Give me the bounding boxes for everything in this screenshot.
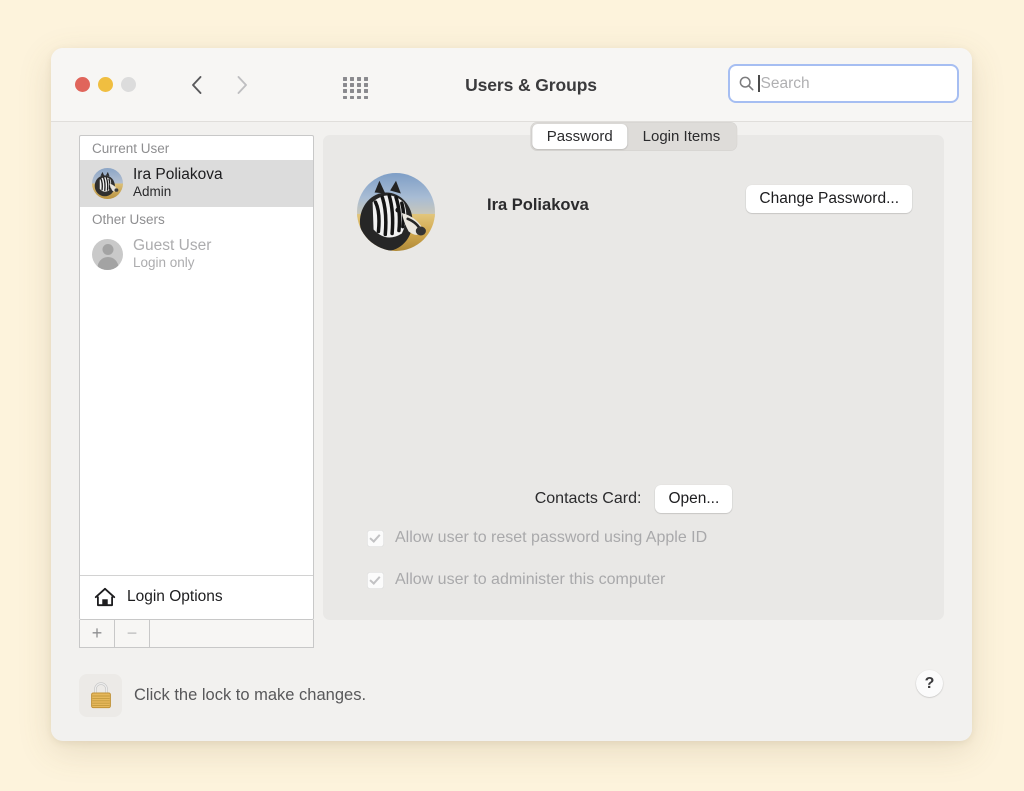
zebra-photo-avatar bbox=[357, 173, 435, 251]
toolbar-filler bbox=[150, 620, 313, 647]
change-password-button[interactable]: Change Password... bbox=[746, 185, 912, 213]
avatar bbox=[92, 167, 123, 199]
checkbox-reset-password[interactable] bbox=[367, 529, 384, 547]
sidebar-item-login-options[interactable]: Login Options bbox=[80, 575, 313, 619]
lock-button[interactable] bbox=[79, 673, 122, 717]
profile-user-name: Ira Poliakova bbox=[487, 196, 589, 214]
contacts-card-row: Contacts Card: Open... bbox=[323, 485, 944, 513]
checkbox-row-reset-password[interactable]: Allow user to reset password using Apple… bbox=[367, 529, 707, 547]
zoom-button[interactable] bbox=[121, 77, 136, 92]
lock-bar: Click the lock to make changes. ? bbox=[51, 650, 972, 740]
remove-user-button[interactable]: − bbox=[115, 620, 150, 647]
sidebar-group-header-current-user: Current User bbox=[92, 141, 170, 156]
user-profile-header: Ira Poliakova bbox=[357, 173, 589, 251]
window-body: Current User Ira Poliakova Admin Other U… bbox=[51, 122, 972, 740]
minimize-button[interactable] bbox=[98, 77, 113, 92]
tab-bar: Password Login Items bbox=[529, 122, 738, 151]
locked-padlock-icon bbox=[90, 682, 111, 709]
sidebar-item-name: Ira Poliakova bbox=[133, 166, 223, 183]
checkmark-icon bbox=[368, 531, 380, 543]
page-title: Users & Groups bbox=[465, 75, 597, 95]
traffic-lights bbox=[75, 77, 136, 92]
home-icon bbox=[94, 587, 116, 607]
chevron-right-icon bbox=[237, 76, 247, 94]
checkbox-label: Allow user to administer this computer bbox=[395, 571, 666, 588]
search-icon bbox=[739, 76, 754, 91]
password-panel: Password Login Items Ira Poliakova Chang… bbox=[323, 122, 944, 620]
lock-message: Click the lock to make changes. bbox=[134, 685, 367, 704]
navigation-arrows bbox=[186, 70, 253, 100]
text-cursor bbox=[758, 75, 760, 92]
generic-person-avatar bbox=[92, 238, 123, 270]
sidebar-item-ira-poliakova[interactable]: Ira Poliakova Admin bbox=[80, 160, 313, 208]
system-preferences-window: Users & Groups Search Current User Ira P… bbox=[51, 48, 972, 741]
checkbox-label: Allow user to reset password using Apple… bbox=[395, 529, 708, 546]
login-options-label: Login Options bbox=[127, 588, 223, 605]
checkbox-administer-computer[interactable] bbox=[367, 571, 384, 589]
back-button[interactable] bbox=[186, 70, 208, 100]
checkmark-icon bbox=[368, 573, 380, 585]
sidebar-item-guest-user[interactable]: Guest User Login only bbox=[80, 231, 313, 278]
chevron-left-icon bbox=[192, 76, 202, 94]
user-add-remove-bar: + − bbox=[79, 620, 314, 648]
users-sidebar: Current User Ira Poliakova Admin Other U… bbox=[79, 135, 314, 620]
window-toolbar: Users & Groups Search bbox=[51, 48, 972, 122]
sidebar-item-subtitle: Admin bbox=[133, 184, 172, 200]
avatar[interactable] bbox=[357, 173, 435, 251]
help-button[interactable]: ? bbox=[916, 670, 943, 697]
zebra-photo-avatar bbox=[92, 167, 123, 199]
search-field[interactable]: Search bbox=[728, 64, 959, 103]
checkbox-row-administer-computer[interactable]: Allow user to administer this computer bbox=[367, 571, 665, 589]
sidebar-item-texts: Ira Poliakova Admin bbox=[133, 166, 223, 200]
contacts-card-label: Contacts Card: bbox=[534, 490, 642, 507]
close-button[interactable] bbox=[75, 77, 90, 92]
tab-password[interactable]: Password bbox=[531, 124, 628, 149]
users-list: Current User Ira Poliakova Admin Other U… bbox=[80, 136, 313, 575]
tab-login-items[interactable]: Login Items bbox=[628, 124, 736, 149]
sidebar-item-name: Guest User bbox=[133, 237, 212, 255]
sidebar-item-subtitle: Login only bbox=[133, 255, 195, 271]
forward-button[interactable] bbox=[231, 70, 253, 100]
open-contacts-card-button[interactable]: Open... bbox=[655, 485, 733, 513]
search-input[interactable]: Search bbox=[761, 75, 810, 93]
sidebar-group-header-other-users: Other Users bbox=[92, 212, 165, 228]
sidebar-item-texts: Guest User Login only bbox=[133, 237, 211, 271]
add-user-button[interactable]: + bbox=[80, 620, 115, 647]
